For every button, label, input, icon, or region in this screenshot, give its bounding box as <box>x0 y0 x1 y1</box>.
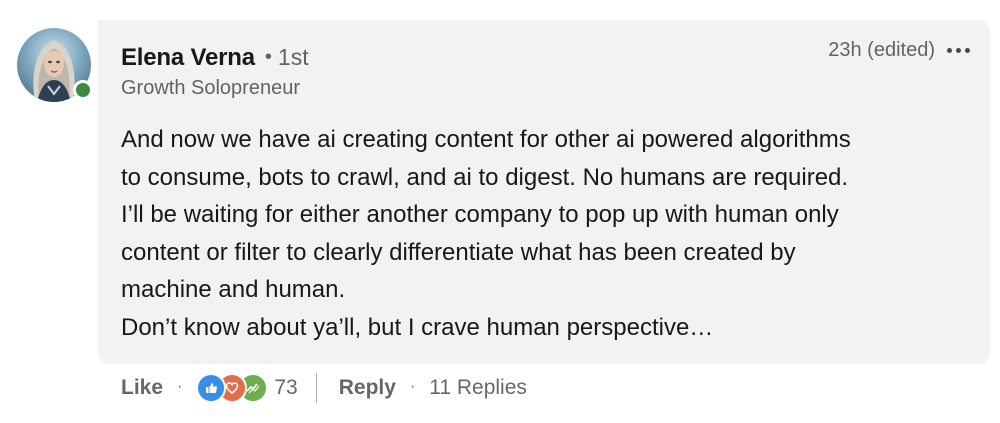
action-divider <box>315 373 317 403</box>
ellipsis-dot <box>956 47 961 53</box>
separator-dot: · <box>177 378 183 395</box>
comment-actions: Like · 73 Reply · 11 Replies <box>121 372 527 404</box>
author-name[interactable]: Elena Verna <box>121 44 255 72</box>
separator-dot: · <box>409 378 416 395</box>
reactions-summary[interactable]: 73 <box>196 373 298 403</box>
author-headline: Growth Solopreneur <box>121 77 300 99</box>
comment-text-line: machine and human. <box>121 276 346 303</box>
author-row: Elena Verna • 1st <box>121 44 309 72</box>
comment-meta: 23h (edited) <box>828 38 972 62</box>
connection-degree: • 1st <box>265 44 309 71</box>
online-status-dot <box>73 80 93 100</box>
comment-text-line: Don’t know about ya’ll, but I crave huma… <box>121 313 714 341</box>
like-button[interactable]: Like <box>121 376 163 400</box>
comment-text-line: content or filter to clearly differentia… <box>121 238 796 266</box>
comment-timestamp: 23h (edited) <box>828 38 935 61</box>
comment-text-line: I’ll be waiting for either another compa… <box>121 201 839 228</box>
reaction-count: 73 <box>274 376 298 399</box>
ellipsis-dot <box>965 47 970 53</box>
reply-button[interactable]: Reply <box>339 376 396 400</box>
author-avatar-container[interactable] <box>17 28 93 102</box>
comment-text: And now we have ai creating content for … <box>121 121 971 346</box>
degree-separator-dot: • <box>264 46 272 68</box>
comment-text-line: to consume, bots to crawl, and ai to dig… <box>121 163 849 191</box>
comment: Elena Verna • 1st Growth Solopreneur 23h … <box>0 0 1000 423</box>
connection-degree-label: 1st <box>277 44 309 70</box>
more-options-button[interactable] <box>945 38 972 62</box>
comment-bubble: Elena Verna • 1st Growth Solopreneur 23h … <box>98 20 990 364</box>
ellipsis-dot <box>947 47 952 53</box>
comment-text-line: And now we have ai creating content for … <box>121 126 851 153</box>
view-replies-link[interactable]: 11 Replies <box>429 376 527 400</box>
